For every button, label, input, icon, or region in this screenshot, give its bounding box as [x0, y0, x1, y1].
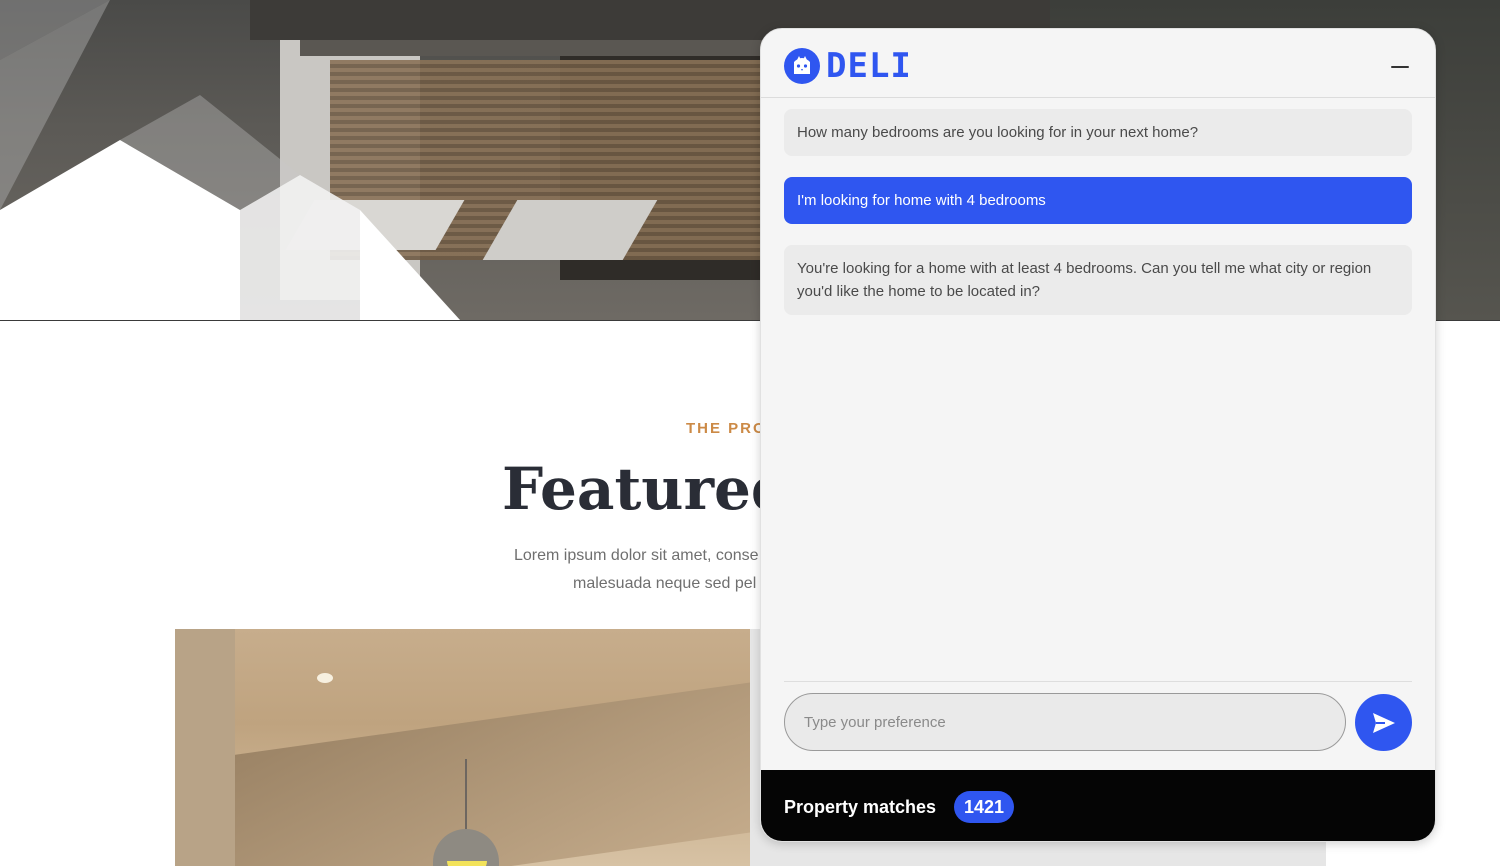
send-button[interactable] — [1355, 694, 1412, 751]
brand-logo: DELI — [784, 48, 912, 84]
section-description-line1: Lorem ipsum dolor sit amet, conse — [514, 547, 759, 564]
property-photo[interactable] — [175, 629, 750, 866]
send-icon — [1373, 713, 1395, 733]
ceiling-light — [317, 673, 333, 683]
preference-input[interactable] — [802, 694, 1326, 751]
bot-message: You're looking for a home with at least … — [784, 245, 1412, 315]
chat-widget: DELI How many bedrooms are you looking f… — [760, 28, 1436, 842]
input-divider — [784, 681, 1412, 682]
section-description-line2: malesuada neque sed pel — [573, 575, 757, 592]
user-message: I'm looking for home with 4 bedrooms — [784, 177, 1412, 224]
owl-icon — [784, 48, 820, 84]
property-matches-bar: Property matches 1421 — [761, 770, 1435, 841]
minimize-icon — [1391, 66, 1409, 68]
chat-header: DELI — [761, 29, 1435, 98]
property-matches-label: Property matches — [784, 797, 937, 817]
bot-message: How many bedrooms are you looking for in… — [784, 109, 1412, 156]
preference-input-wrapper — [784, 693, 1346, 751]
section-tagline: THE PRO — [686, 420, 767, 437]
minimize-button[interactable] — [1381, 57, 1419, 77]
brand-name: DELI — [826, 46, 912, 86]
property-matches-count[interactable]: 1421 — [954, 791, 1015, 823]
